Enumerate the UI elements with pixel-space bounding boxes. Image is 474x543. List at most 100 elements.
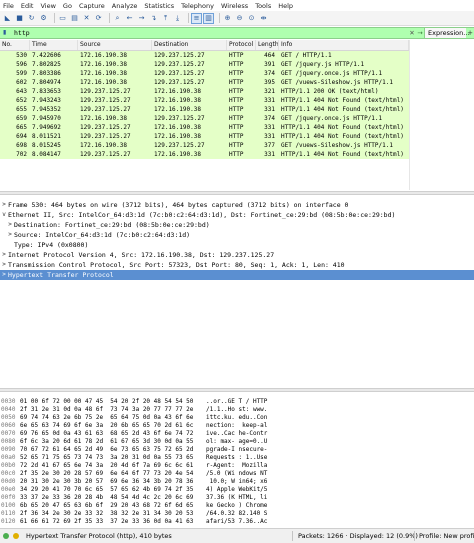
packet-row[interactable]: 659 7.945970 172.16.190.38 129.237.125.27 HT… [0,114,409,123]
column-header-source[interactable]: Source [78,40,152,50]
packet-info: HTTP/1.1 404 Not Found (text/html) [281,97,404,104]
autoscroll-icon[interactable]: ≡ [191,12,202,24]
open-icon[interactable]: ▭ [58,14,67,23]
packet-row[interactable]: 702 8.084147 129.237.125.27 172.16.190.38 HT… [0,150,409,159]
packet-row[interactable]: 665 7.949692 129.237.125.27 172.16.190.38 HT… [0,123,409,132]
packet-row[interactable]: 602 7.804974 172.16.190.38 129.237.125.27 HT… [0,78,409,87]
packet-length: 374 [264,115,275,122]
expand-arrow-icon[interactable]: > [7,220,13,230]
menu-help[interactable]: Help [275,2,297,10]
column-header-protocol[interactable]: Protocol [227,40,256,50]
status-separator [292,531,293,541]
packet-row[interactable]: 694 8.011521 129.237.125.27 172.16.190.38 HT… [0,132,409,141]
expand-arrow-icon[interactable]: > [1,200,7,210]
packet-row[interactable]: 698 8.015245 172.16.190.38 129.237.125.27 HT… [0,141,409,150]
shark-fin-start-icon[interactable]: ◣ [3,14,12,23]
packet-source: 172.16.190.38 [80,70,127,77]
packet-protocol: HTTP [229,124,244,131]
menu-view[interactable]: View [37,2,59,10]
detail-tree-item[interactable]: > Transmission Control Protocol, Src Port… [0,260,474,270]
bytes-row[interactable]: 0120 61 66 61 72 69 2f 35 33 37 2e 33 36 … [0,517,474,526]
detail-tree-item[interactable]: > Destination: Fortinet_ce:29:bd (08:5b:0… [0,220,474,230]
close-file-icon[interactable]: ✕ [82,14,91,23]
packet-list: 530 7.422606 172.16.190.38 129.237.125.27 HT… [0,51,409,159]
profile-name[interactable]: Profile: New profile [419,529,474,543]
packet-info: GET /jquery.once.js HTTP/1.1 [281,115,383,122]
expression-button[interactable]: Expression... [424,28,469,38]
menu-telephony[interactable]: Telephony [178,2,218,10]
detail-text: Source: IntelCor_64:d3:1d (7c:b0:c2:64:d… [14,231,191,239]
column-header-destination[interactable]: Destination [152,40,227,50]
detail-tree-item[interactable]: > Source: IntelCor_64:d3:1d (7c:b0:c2:64:… [0,230,474,240]
settings-icon[interactable]: ⚙ [39,14,48,23]
packet-source: 172.16.190.38 [80,115,127,122]
packet-info: HTTP/1.1 404 Not Found (text/html) [281,106,404,113]
packet-length: 391 [264,61,275,68]
menu-tools[interactable]: Tools [252,2,275,10]
pane-splitter[interactable] [0,388,474,392]
packet-row[interactable]: 655 7.945352 129.237.125.27 172.16.190.38 HT… [0,105,409,114]
packet-number: 702 [16,151,27,158]
restart-icon[interactable]: ↻ [27,14,36,23]
detail-tree-item[interactable]: > Frame 530: 464 bytes on wire (3712 bits… [0,200,474,210]
resize-columns-icon[interactable]: ⇹ [259,14,268,23]
detail-tree-item[interactable]: > Hypertext Transfer Protocol [0,270,474,280]
menu-analyze[interactable]: Analyze [109,2,142,10]
packet-row[interactable]: 643 7.833653 129.237.125.27 172.16.190.38 HT… [0,87,409,96]
reload-icon[interactable]: ⟳ [94,14,103,23]
expand-arrow-icon[interactable]: > [1,260,7,270]
display-filter-input[interactable] [14,28,408,38]
detail-text: Destination: Fortinet_ce:29:bd (08:5b:0e… [14,221,210,229]
packet-source: 129.237.125.27 [80,88,131,95]
packet-row[interactable]: 596 7.802825 172.16.190.38 129.237.125.27 HT… [0,60,409,69]
detail-tree-item[interactable]: Type: IPv4 (0x0800) [0,240,474,250]
packet-destination: 172.16.190.38 [154,133,201,140]
packet-time: 8.011521 [32,133,61,140]
packet-source: 172.16.190.38 [80,52,127,59]
status-bar: Hypertext Transfer Protocol (http), 410 … [0,528,474,543]
apply-filter-icon[interactable]: → [416,29,424,37]
packet-destination: 172.16.190.38 [154,124,201,131]
first-packet-icon[interactable]: ⤒ [161,14,170,23]
zoom-out-icon[interactable]: ⊖ [235,14,244,23]
column-header-no[interactable]: No. [0,40,30,50]
detail-tree-item[interactable]: v Ethernet II, Src: IntelCor_64:d3:1d (7c… [0,210,474,220]
menu-statistics[interactable]: Statistics [141,2,178,10]
expand-arrow-icon[interactable]: > [1,270,7,280]
packet-row[interactable]: 599 7.803386 172.16.190.38 129.237.125.27 HT… [0,69,409,78]
edit-comment-icon[interactable] [13,529,19,543]
back-icon[interactable]: ← [125,14,134,23]
add-filter-button[interactable]: + [466,29,474,37]
menu-file[interactable]: File [0,2,18,10]
column-header-time[interactable]: Time [30,40,78,50]
jump-icon[interactable]: ↴ [149,14,158,23]
packet-time: 7.422606 [32,52,61,59]
last-packet-icon[interactable]: ⤓ [173,14,182,23]
menu-wireless[interactable]: Wireless [218,2,252,10]
bytes-offset: 0120 [1,518,16,525]
menu-edit[interactable]: Edit [18,2,38,10]
detail-text: Frame 530: 464 bytes on wire (3712 bits)… [8,201,349,209]
zoom-normal-icon[interactable]: ⊙ [247,14,256,23]
menu-capture[interactable]: Capture [76,2,109,10]
packet-source: 172.16.190.38 [80,142,127,149]
stop-icon[interactable]: ■ [15,14,24,23]
pane-splitter[interactable] [0,191,474,195]
save-icon[interactable]: ▤ [70,14,79,23]
zoom-in-icon[interactable]: ⊕ [223,14,232,23]
collapse-arrow-icon[interactable]: v [1,210,7,220]
search-icon[interactable]: ⌕ [113,14,122,23]
clear-filter-icon[interactable]: ✕ [408,29,416,37]
packet-length: 321 [264,88,275,95]
forward-icon[interactable]: → [137,14,146,23]
bookmark-icon[interactable]: ▮ [3,29,11,37]
detail-tree-item[interactable]: > Internet Protocol Version 4, Src: 172.1… [0,250,474,260]
menu-go[interactable]: Go [60,2,76,10]
packet-row[interactable]: 530 7.422606 172.16.190.38 129.237.125.27 HT… [0,51,409,60]
expand-arrow-icon[interactable]: > [1,250,7,260]
expand-arrow-icon[interactable]: > [7,230,13,240]
column-header-info[interactable]: Info [279,40,409,50]
column-header-length[interactable]: Length [256,40,279,50]
packet-row[interactable]: 652 7.943243 129.237.125.27 172.16.190.38 HT… [0,96,409,105]
colorize-icon[interactable]: ▥ [203,12,214,24]
